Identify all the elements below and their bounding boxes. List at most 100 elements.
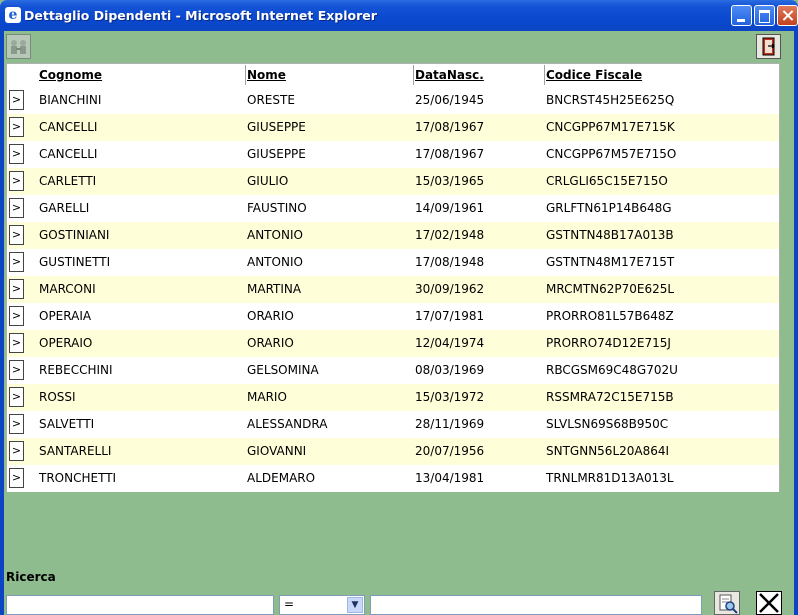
open-row-button[interactable]: > (9, 441, 24, 461)
table-row: > GARELLI FAUSTINO 14/09/1961 GRLFTN61P14B64… (7, 195, 779, 222)
table-row: > CANCELLI GIUSEPPE 17/08/1967 CNCGPP67M17E7… (7, 114, 779, 141)
search-button[interactable] (714, 591, 740, 615)
table-row: > CANCELLI GIUSEPPE 17/08/1967 CNCGPP67M57E7… (7, 141, 779, 168)
search-document-icon (719, 594, 738, 614)
chevron-down-icon[interactable]: ▼ (347, 597, 363, 613)
table-row: > ROSSI MARIO 15/03/1972 RSSMRA72C15E715B (7, 384, 779, 411)
search-operator-value: = (284, 597, 295, 611)
cell-datanasc: 17/08/1967 (415, 120, 485, 134)
cell-nome: MARTINA (247, 282, 302, 296)
cell-nome: GIUSEPPE (247, 147, 306, 161)
open-row-button[interactable]: > (9, 90, 24, 110)
column-header-datanasc[interactable]: DataNasc. (415, 68, 484, 82)
cell-codice-fiscale: PRORRO81L57B648Z (546, 309, 674, 323)
cell-cognome: BIANCHINI (39, 93, 102, 107)
maximize-button[interactable] (754, 5, 775, 26)
ie-icon: e (5, 7, 21, 23)
exit-button[interactable] (756, 34, 781, 59)
cell-datanasc: 17/02/1948 (415, 228, 485, 242)
cell-codice-fiscale: MRCMTN62P70E625L (546, 282, 675, 296)
cell-codice-fiscale: RBCGSM69C48G702U (546, 363, 678, 377)
search-value-input[interactable] (370, 595, 702, 615)
open-row-button[interactable]: > (9, 252, 24, 272)
cell-datanasc: 13/04/1981 (415, 471, 485, 485)
open-row-button[interactable]: > (9, 387, 24, 407)
cell-nome: GIOVANNI (247, 444, 307, 458)
table-row: > OPERAIO ORARIO 12/04/1974 PRORRO74D12E715J (7, 330, 779, 357)
table-row: > MARCONI MARTINA 30/09/1962 MRCMTN62P70E625… (7, 276, 779, 303)
open-row-button[interactable]: > (9, 198, 24, 218)
open-row-button[interactable]: > (9, 144, 24, 164)
cell-datanasc: 14/09/1961 (415, 201, 485, 215)
cell-nome: FAUSTINO (247, 201, 307, 215)
cell-datanasc: 17/07/1981 (415, 309, 485, 323)
cell-cognome: CARLETTI (39, 174, 97, 188)
cell-cognome: OPERAIO (39, 336, 93, 350)
cell-nome: ORARIO (247, 336, 294, 350)
open-row-button[interactable]: > (9, 360, 24, 380)
window-title: Dettaglio Dipendenti - Microsoft Interne… (24, 8, 377, 23)
cell-codice-fiscale: CRLGLI65C15E715O (546, 174, 668, 188)
cell-codice-fiscale: GSTNTN48M17E715T (546, 255, 675, 269)
search-people-button[interactable] (6, 34, 31, 59)
table-row: > GOSTINIANI ANTONIO 17/02/1948 GSTNTN48B17A… (7, 222, 779, 249)
cell-codice-fiscale: GSTNTN48B17A013B (546, 228, 674, 242)
open-row-button[interactable]: > (9, 414, 24, 434)
cell-cognome: TRONCHETTI (39, 471, 117, 485)
table-header: Cognome Nome DataNasc. Codice Fiscale (7, 64, 779, 87)
cell-codice-fiscale: PRORRO74D12E715J (546, 336, 671, 350)
cell-cognome: SANTARELLI (39, 444, 112, 458)
close-icon (759, 593, 779, 613)
open-row-button[interactable]: > (9, 306, 24, 326)
cell-codice-fiscale: CNCGPP67M17E715K (546, 120, 675, 134)
cell-datanasc: 12/04/1974 (415, 336, 485, 350)
cell-cognome: ROSSI (39, 390, 76, 404)
open-row-button[interactable]: > (9, 225, 24, 245)
column-header-nome[interactable]: Nome (247, 68, 286, 82)
cell-cognome: CANCELLI (39, 120, 98, 134)
open-row-button[interactable]: > (9, 279, 24, 299)
cell-cognome: GOSTINIANI (39, 228, 110, 242)
cell-datanasc: 08/03/1969 (415, 363, 485, 377)
column-header-cognome[interactable]: Cognome (39, 68, 102, 82)
open-row-button[interactable]: > (9, 171, 24, 191)
minimize-button[interactable] (731, 5, 752, 26)
column-separator (544, 65, 545, 85)
column-header-codice-fiscale[interactable]: Codice Fiscale (546, 68, 642, 82)
cell-cognome: REBECCHINI (39, 363, 113, 377)
window-frame-left (0, 31, 4, 615)
exit-door-icon (762, 37, 775, 56)
cell-nome: MARIO (247, 390, 287, 404)
cell-datanasc: 15/03/1965 (415, 174, 485, 188)
clear-search-button[interactable] (756, 591, 782, 615)
cell-nome: ANTONIO (247, 228, 303, 242)
table-row: > CARLETTI GIULIO 15/03/1965 CRLGLI65C15E715… (7, 168, 779, 195)
cell-codice-fiscale: TRNLMR81D13A013L (546, 471, 674, 485)
search-operator-select[interactable]: = ▼ (279, 595, 365, 615)
cell-nome: ALDEMARO (247, 471, 316, 485)
table-row: > SALVETTI ALESSANDRA 28/11/1969 SLVLSN69S68… (7, 411, 779, 438)
table-row: > GUSTINETTI ANTONIO 17/08/1948 GSTNTN48M17E… (7, 249, 779, 276)
cell-codice-fiscale: GRLFTN61P14B648G (546, 201, 672, 215)
cell-cognome: CANCELLI (39, 147, 98, 161)
open-row-button[interactable]: > (9, 468, 24, 488)
table-row: > BIANCHINI ORESTE 25/06/1945 BNCRST45H25E62… (7, 87, 779, 114)
cell-codice-fiscale: CNCGPP67M57E715O (546, 147, 677, 161)
cell-codice-fiscale: BNCRST45H25E625Q (546, 93, 675, 107)
table-row: > REBECCHINI GELSOMINA 08/03/1969 RBCGSM69C4… (7, 357, 779, 384)
search-field-input[interactable] (6, 595, 274, 615)
open-row-button[interactable]: > (9, 117, 24, 137)
cell-nome: ORESTE (247, 93, 295, 107)
table-row: > OPERAIA ORARIO 17/07/1981 PRORRO81L57B648Z (7, 303, 779, 330)
cell-nome: GELSOMINA (247, 363, 319, 377)
title-bar: e Dettaglio Dipendenti - Microsoft Inter… (0, 0, 798, 31)
close-window-button[interactable] (777, 5, 798, 26)
cell-datanasc: 17/08/1948 (415, 255, 485, 269)
search-people-icon (11, 40, 26, 54)
cell-datanasc: 15/03/1972 (415, 390, 485, 404)
table-row: > SANTARELLI GIOVANNI 20/07/1956 SNTGNN56L20… (7, 438, 779, 465)
open-row-button[interactable]: > (9, 333, 24, 353)
cell-cognome: OPERAIA (39, 309, 92, 323)
cell-codice-fiscale: SNTGNN56L20A864I (546, 444, 670, 458)
cell-nome: ORARIO (247, 309, 294, 323)
